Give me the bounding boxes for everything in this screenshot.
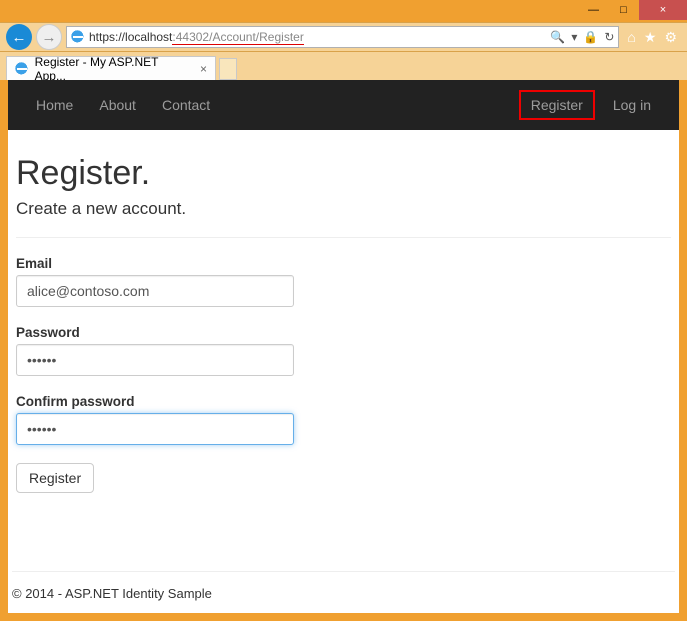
tab-close-icon[interactable]: ×	[200, 62, 207, 76]
refresh-icon[interactable]: ↻	[604, 30, 614, 44]
page-footer: © 2014 - ASP.NET Identity Sample	[12, 571, 675, 601]
browser-tab[interactable]: Register - My ASP.NET App... ×	[6, 56, 216, 80]
new-tab-button[interactable]	[219, 58, 237, 80]
nav-forward-button[interactable]: →	[36, 24, 62, 50]
browser-tabstrip: Register - My ASP.NET App... ×	[0, 52, 687, 80]
email-field[interactable]	[16, 275, 294, 307]
url-port: :44302	[172, 30, 209, 45]
separator	[16, 237, 671, 238]
window-minimize-button[interactable]: —	[579, 0, 608, 20]
nav-login-link[interactable]: Log in	[613, 97, 651, 113]
nav-about-link[interactable]: About	[99, 97, 136, 113]
nav-contact-link[interactable]: Contact	[162, 97, 210, 113]
url-scheme: https://	[89, 30, 125, 44]
window-titlebar: — □ ×	[0, 0, 687, 22]
page-content: Register. Create a new account. Email Pa…	[12, 130, 675, 493]
ie-favicon-icon	[71, 30, 85, 44]
nav-register-link[interactable]: Register	[519, 90, 595, 120]
confirm-password-label: Confirm password	[16, 394, 671, 409]
page-viewport: Home About Contact Register Log in Regis…	[8, 80, 679, 613]
nav-home-link[interactable]: Home	[36, 97, 73, 113]
search-icon[interactable]: 🔍	[550, 30, 565, 44]
password-field[interactable]	[16, 344, 294, 376]
tools-gear-icon[interactable]: ⚙	[664, 29, 677, 46]
search-dropdown-icon[interactable]: ▾	[571, 30, 577, 44]
site-navbar: Home About Contact Register Log in	[8, 80, 679, 130]
home-icon[interactable]: ⌂	[627, 29, 635, 46]
page-title: Register.	[16, 154, 671, 193]
confirm-password-field[interactable]	[16, 413, 294, 445]
ie-favicon-icon	[15, 62, 29, 76]
browser-toolbar: ← → https://localhost:44302/Account/Regi…	[0, 22, 687, 52]
password-label: Password	[16, 325, 671, 340]
url-path: /Account/Register	[209, 30, 304, 45]
favorites-icon[interactable]: ★	[644, 29, 657, 46]
register-button[interactable]: Register	[16, 463, 94, 493]
window-close-button[interactable]: ×	[639, 0, 687, 20]
page-subtitle: Create a new account.	[16, 199, 671, 219]
url-host: localhost	[125, 30, 172, 44]
address-bar[interactable]: https://localhost:44302/Account/Register…	[66, 26, 619, 48]
email-label: Email	[16, 256, 671, 271]
window-maximize-button[interactable]: □	[609, 0, 638, 20]
tab-title: Register - My ASP.NET App...	[35, 55, 188, 83]
nav-back-button[interactable]: ←	[6, 24, 32, 50]
lock-icon: 🔒	[583, 30, 598, 44]
